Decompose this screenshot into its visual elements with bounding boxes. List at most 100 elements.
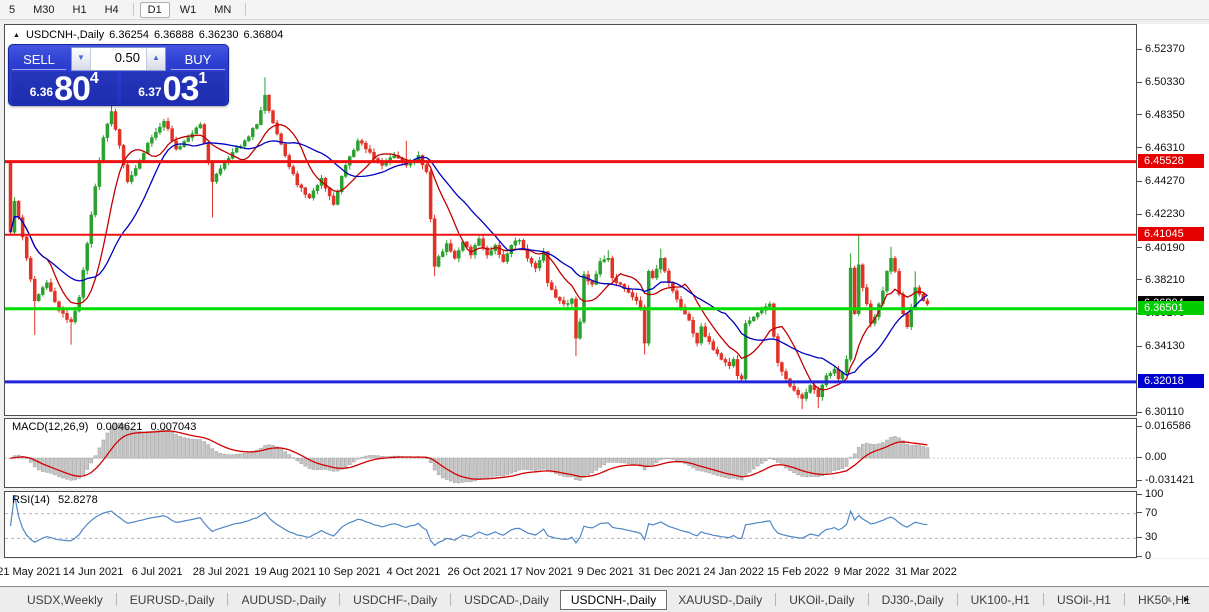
indicator-tick-mark [1137, 457, 1142, 458]
rsi-axis-label: 100 [1145, 487, 1163, 501]
price-tick-label: 6.40190 [1145, 241, 1185, 255]
tab-divider [775, 593, 776, 606]
rsi-axis-label: 70 [1145, 506, 1157, 520]
price-tick-mark [1137, 181, 1142, 182]
date-tick-label: 19 Aug 2021 [254, 566, 316, 578]
tab-divider [339, 593, 340, 606]
hline-price-label: 6.32018 [1138, 374, 1204, 388]
chart-tab-audusd[interactable]: AUDUSD-,Daily [230, 590, 337, 610]
sell-button[interactable]: SELL [12, 48, 66, 70]
chart-tab-xauusd[interactable]: XAUUSD-,Daily [667, 590, 773, 610]
toolbar-separator [245, 3, 246, 16]
chevron-up-icon: ▲ [152, 53, 160, 62]
price-tick-mark [1137, 49, 1142, 50]
date-tick-label: 9 Dec 2021 [577, 566, 633, 578]
ohlc-open: 6.36254 [109, 29, 149, 41]
rsi-canvas[interactable] [5, 492, 1136, 557]
price-tick-label: 6.38210 [1145, 273, 1185, 287]
timeframe-button-W1[interactable]: W1 [172, 2, 205, 18]
date-tick-label: 21 May 2021 [0, 566, 61, 578]
chart-title: ▲ USDCNH-,Daily 6.36254 6.36888 6.36230 … [13, 29, 288, 41]
date-tick-label: 9 Mar 2022 [834, 566, 890, 578]
timeframe-toolbar: 5M30H1H4 D1W1MN [0, 0, 1209, 20]
tab-divider [957, 593, 958, 606]
volume-input[interactable]: 0.50 [91, 48, 146, 70]
chart-tab-usdcad[interactable]: USDCAD-,Daily [453, 590, 560, 610]
buy-price-display[interactable]: 6.37 03 1 [121, 72, 226, 104]
tab-scroll-left-icon[interactable]: ◄ [1163, 594, 1182, 604]
rsi-axis-label: 30 [1145, 530, 1157, 544]
volume-decrease-button[interactable]: ▼ [72, 48, 91, 70]
chevron-down-icon: ▼ [77, 53, 85, 62]
macd-value-main: 0.004621 [96, 421, 142, 433]
chart-tab-ukoil[interactable]: UKOil-,Daily [778, 590, 865, 610]
sell-price-point: 4 [90, 70, 99, 88]
buy-price-point: 1 [198, 70, 207, 88]
rsi-value: 52.8278 [58, 494, 98, 506]
timeframe-button-H4[interactable]: H4 [97, 2, 127, 18]
date-tick-label: 17 Nov 2021 [510, 566, 572, 578]
rsi-name: RSI(14) [12, 494, 50, 506]
chart-tab-usoil[interactable]: USOil-,H1 [1046, 590, 1122, 610]
tab-divider [1124, 593, 1125, 606]
chart-tab-usdcnh[interactable]: USDCNH-,Daily [560, 590, 667, 610]
macd-label: MACD(12,26,9) 0.004621 0.007043 [12, 421, 201, 433]
hline-price-label: 6.36501 [1138, 301, 1204, 315]
chart-tab-uk100[interactable]: UK100-,H1 [960, 590, 1041, 610]
macd-name: MACD(12,26,9) [12, 421, 88, 433]
price-tick-mark [1137, 214, 1142, 215]
date-axis[interactable]: 21 May 202114 Jun 20216 Jul 202128 Jul 2… [0, 559, 1209, 586]
tab-scroll-arrows: ◄► [1163, 594, 1201, 604]
tab-divider [1043, 593, 1044, 606]
price-chart-pane[interactable]: ▲ USDCNH-,Daily 6.36254 6.36888 6.36230 … [4, 24, 1137, 416]
sell-price-display[interactable]: 6.36 80 4 [12, 72, 117, 104]
one-click-trading-panel: SELL ▼ 0.50 ▲ BUY 6.36 80 4 6.37 03 1 [8, 44, 229, 106]
tab-divider [450, 593, 451, 606]
buy-price-prefix: 6.37 [138, 85, 161, 99]
price-tick-label: 6.30110 [1145, 405, 1184, 419]
macd-axis-max: 0.016586 [1145, 419, 1191, 433]
indicator-tick-mark [1137, 556, 1142, 557]
hline-price-label: 6.41045 [1138, 227, 1204, 241]
ohlc-low: 6.36230 [199, 29, 239, 41]
price-tick-mark [1137, 346, 1142, 347]
ohlc-close: 6.36804 [243, 29, 283, 41]
chart-tab-eurusd[interactable]: EURUSD-,Daily [119, 590, 226, 610]
rsi-indicator-pane[interactable]: RSI(14) 52.8278 [4, 491, 1137, 558]
timeframe-button-5[interactable]: 5 [1, 2, 23, 18]
volume-increase-button[interactable]: ▲ [146, 48, 165, 70]
timeframe-button-MN[interactable]: MN [206, 2, 239, 18]
price-axis[interactable]: 6.523706.503306.483506.463106.442706.422… [1137, 24, 1209, 558]
sell-price-prefix: 6.36 [30, 85, 53, 99]
macd-axis-min: -0.031421 [1145, 473, 1195, 487]
date-tick-label: 4 Oct 2021 [386, 566, 440, 578]
sell-price-pips: 80 [54, 75, 90, 103]
date-tick-label: 15 Feb 2022 [767, 566, 829, 578]
buy-price-pips: 03 [163, 75, 199, 103]
date-tick-label: 31 Mar 2022 [895, 566, 957, 578]
chart-collapse-icon[interactable]: ▲ [13, 32, 20, 39]
date-tick-label: 31 Dec 2021 [638, 566, 700, 578]
macd-indicator-pane[interactable]: MACD(12,26,9) 0.004621 0.007043 [4, 418, 1137, 488]
price-tick-label: 6.34130 [1145, 339, 1185, 353]
ohlc-high: 6.36888 [154, 29, 194, 41]
indicator-tick-mark [1137, 494, 1142, 495]
price-tick-mark [1137, 82, 1142, 83]
chart-tab-usdx[interactable]: USDX,Weekly [16, 590, 114, 610]
timeframe-button-D1[interactable]: D1 [140, 2, 170, 18]
date-tick-label: 26 Oct 2021 [448, 566, 508, 578]
timeframe-button-M30[interactable]: M30 [25, 2, 62, 18]
price-tick-mark [1137, 412, 1142, 413]
tab-divider [116, 593, 117, 606]
chart-tab-usdchf[interactable]: USDCHF-,Daily [342, 590, 448, 610]
price-tick-mark [1137, 279, 1142, 280]
indicator-tick-mark [1137, 426, 1142, 427]
buy-button[interactable]: BUY [171, 48, 225, 70]
chart-tab-dj30[interactable]: DJ30-,Daily [871, 590, 955, 610]
timeframe-button-H1[interactable]: H1 [65, 2, 95, 18]
tab-scroll-right-icon[interactable]: ► [1182, 594, 1201, 604]
macd-axis-zero: 0.00 [1145, 450, 1166, 464]
date-tick-label: 14 Jun 2021 [63, 566, 124, 578]
indicator-tick-mark [1137, 480, 1142, 481]
price-tick-label: 6.42230 [1145, 207, 1185, 221]
